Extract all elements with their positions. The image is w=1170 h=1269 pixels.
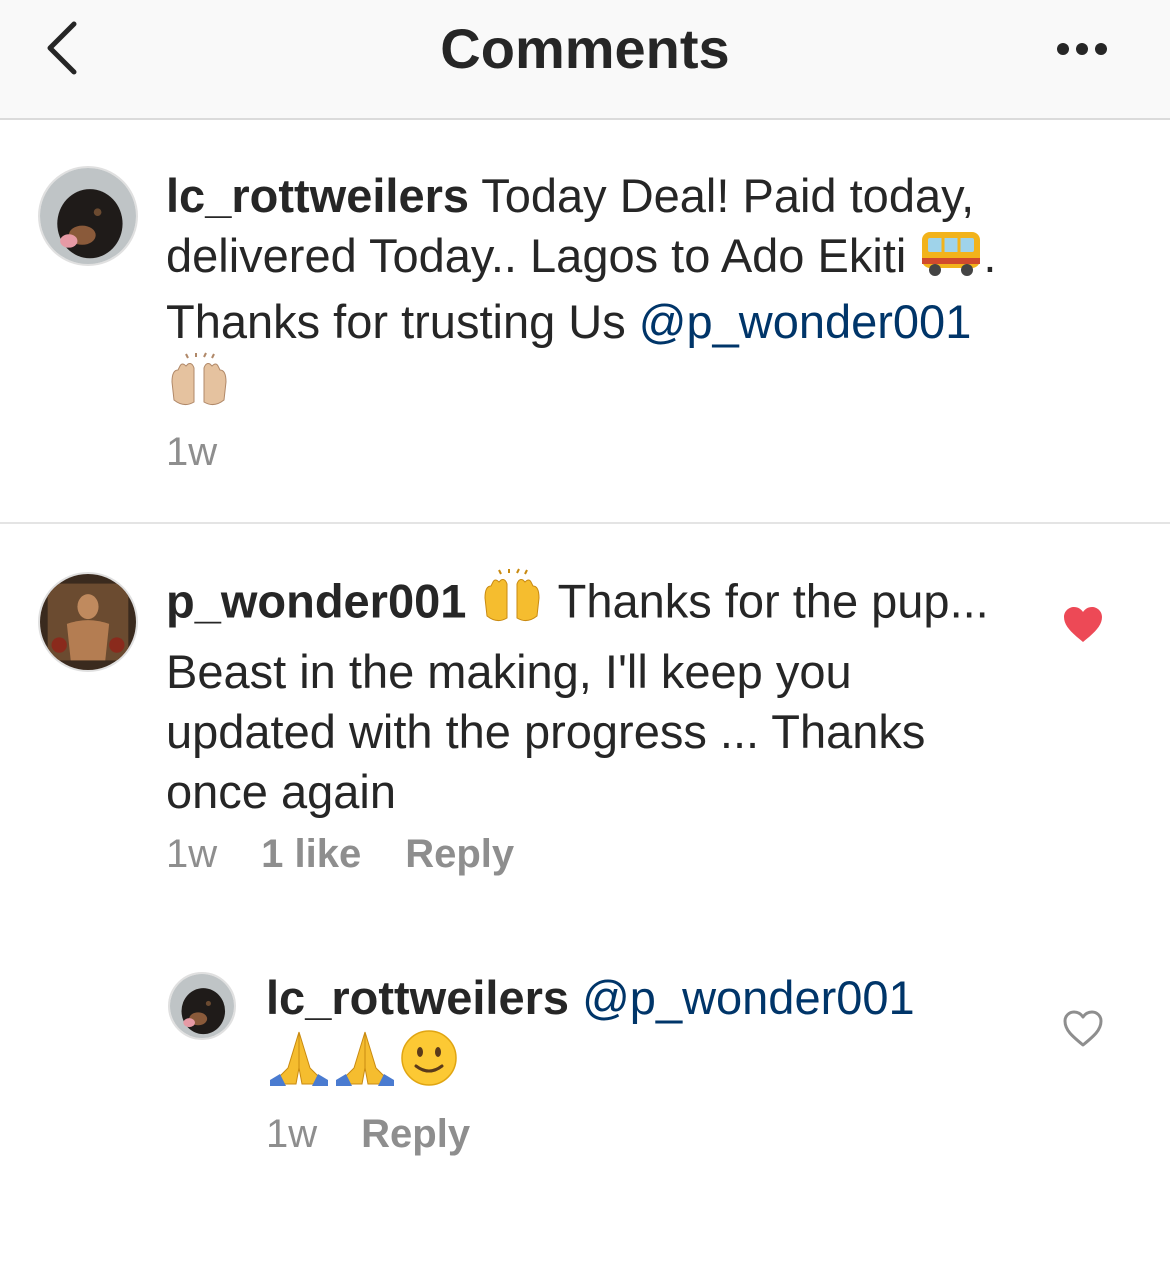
comment-timestamp: 1w — [266, 1112, 318, 1156]
folded-hands-emoji — [332, 1028, 398, 1102]
comment-timestamp: 1w — [166, 832, 218, 876]
reply-button[interactable]: Reply — [361, 1112, 470, 1156]
comment-username[interactable]: lc_rottweilers — [166, 169, 469, 222]
more-options-icon[interactable] — [1055, 36, 1109, 62]
slightly-smiling-face-emoji — [398, 1028, 460, 1102]
avatar[interactable] — [38, 166, 138, 266]
mention-link[interactable]: @p_wonder001 — [639, 295, 972, 348]
comment-username[interactable]: p_wonder001 — [166, 574, 466, 627]
raising-hands-emoji — [479, 568, 545, 642]
folded-hands-emoji — [266, 1028, 332, 1102]
avatar[interactable] — [38, 572, 138, 672]
comment-meta: 1w 1 like Reply — [166, 832, 558, 877]
mention-link[interactable]: @p_wonder001 — [582, 971, 915, 1024]
comment-text: lc_rottweilers @p_wonder001 — [266, 968, 1026, 1102]
like-heart-filled-icon[interactable] — [1062, 606, 1104, 649]
comment-meta: 1w — [166, 430, 261, 475]
comment-text: p_wonder001 Thanks for the pup... Beast … — [166, 568, 1006, 822]
raising-hands-light-emoji — [166, 352, 232, 426]
like-heart-outline-icon[interactable] — [1062, 1010, 1104, 1053]
reply-button[interactable]: Reply — [405, 832, 514, 876]
comment-meta: 1w Reply — [266, 1112, 514, 1157]
comment-timestamp: 1w — [166, 430, 218, 474]
comment-username[interactable]: lc_rottweilers — [266, 971, 569, 1024]
page-title: Comments — [440, 17, 730, 80]
avatar[interactable] — [168, 972, 236, 1040]
comment-text: lc_rottweilers Today Deal! Paid today, d… — [166, 166, 1126, 426]
caption-divider — [0, 522, 1170, 524]
bus-emoji — [919, 228, 983, 292]
likes-count[interactable]: 1 like — [261, 832, 361, 876]
top-nav-bar: Comments — [0, 0, 1170, 120]
